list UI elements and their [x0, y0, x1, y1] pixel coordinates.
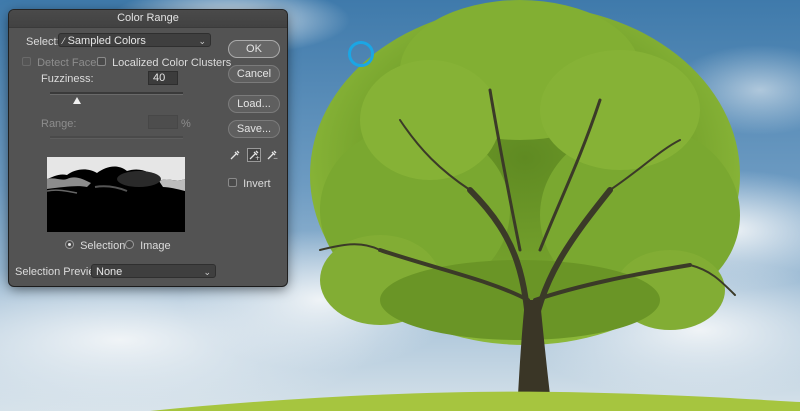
select-value: Sampled Colors — [67, 35, 146, 47]
view-selection-option[interactable]: Selection — [65, 240, 125, 252]
cancel-button[interactable]: Cancel — [228, 65, 280, 83]
image-radio-label: Image — [140, 240, 171, 252]
brush-cursor — [348, 41, 374, 67]
color-range-dialog: Color Range Select: ⁄ Sampled Colors ⌄ D… — [9, 10, 287, 286]
range-input — [148, 115, 178, 129]
dialog-title: Color Range — [9, 10, 287, 28]
eyedropper-small-icon: ⁄ — [63, 36, 65, 46]
selection-preview-image — [47, 157, 185, 232]
selection-preview-dropdown[interactable]: None ⌄ — [91, 264, 216, 278]
load-button[interactable]: Load... — [228, 95, 280, 113]
svg-text:+: + — [255, 155, 260, 161]
fuzziness-input[interactable]: 40 — [148, 71, 178, 85]
fuzziness-slider-thumb[interactable] — [72, 95, 81, 107]
range-label: Range: — [41, 118, 77, 130]
eyedropper-icon[interactable] — [228, 148, 242, 162]
invert-option[interactable]: Invert — [228, 178, 271, 190]
view-image-option[interactable]: Image — [125, 240, 171, 252]
chevron-down-icon: ⌄ — [203, 267, 211, 277]
select-dropdown[interactable]: ⁄ Sampled Colors ⌄ — [58, 33, 211, 47]
svg-text:−: − — [273, 155, 278, 161]
detect-faces-label: Detect Faces — [37, 57, 102, 69]
localized-clusters-option[interactable]: Localized Color Clusters — [97, 57, 231, 69]
detect-faces-checkbox — [22, 57, 31, 66]
invert-checkbox[interactable] — [228, 178, 237, 187]
chevron-down-icon: ⌄ — [198, 36, 206, 46]
eyedropper-minus-icon[interactable]: − — [265, 148, 279, 162]
selection-radio-label: Selection — [80, 240, 126, 252]
invert-label: Invert — [243, 178, 271, 190]
select-label: Select: — [26, 36, 60, 48]
ok-button[interactable]: OK — [228, 40, 280, 58]
fuzziness-slider[interactable] — [50, 92, 183, 95]
detect-faces-option: Detect Faces — [22, 57, 102, 69]
selection-radio[interactable] — [65, 240, 74, 249]
range-slider — [50, 136, 183, 139]
localized-clusters-checkbox[interactable] — [97, 57, 106, 66]
eyedropper-plus-icon[interactable]: + — [247, 148, 261, 162]
image-radio[interactable] — [125, 240, 134, 249]
save-button[interactable]: Save... — [228, 120, 280, 138]
range-unit: % — [181, 118, 191, 130]
fuzziness-label: Fuzziness: — [41, 73, 94, 85]
selection-preview-value: None — [96, 266, 123, 278]
localized-clusters-label: Localized Color Clusters — [112, 57, 232, 69]
